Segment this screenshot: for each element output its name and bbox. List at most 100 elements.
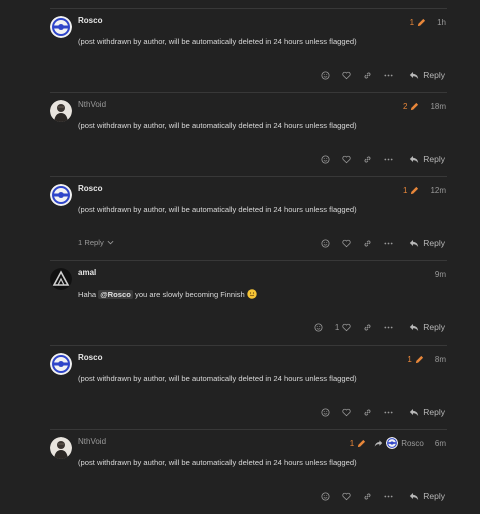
like-button[interactable]: 1 [335,323,351,332]
heart-icon [342,323,351,331]
post: Rosco 1 8m (post withdrawn by author, wi… [50,345,447,430]
post-time[interactable]: 9m [435,270,446,279]
reply-to-username: Rosco [401,438,424,448]
post-time[interactable]: 1h [437,18,446,27]
username[interactable]: Rosco [78,353,102,362]
body-text-end: you are slowly becoming Finnish [135,290,245,299]
emoji-reaction-button[interactable] [321,407,330,417]
emoji-reaction-button[interactable] [314,322,323,332]
more-icon [384,158,393,160]
reply-button[interactable]: Reply [409,70,445,80]
more-button[interactable] [384,408,393,417]
heart-icon [342,71,351,79]
avatar[interactable] [50,16,72,38]
emoji-reaction-button[interactable] [321,154,330,164]
avatar[interactable] [50,353,72,375]
avatar[interactable] [50,437,72,459]
post-meta: 2 18m [403,100,446,112]
edit-count[interactable]: 1 [407,355,411,364]
reply-label: Reply [423,407,445,417]
pencil-icon[interactable] [410,186,419,195]
avatar[interactable] [50,268,72,290]
avatar[interactable] [50,100,72,122]
post: NthVoid 2 18m (post withdrawn by author,… [50,92,447,177]
reply-icon [410,239,419,247]
post-body: (post withdrawn by author, will be autom… [78,37,357,46]
pencil-icon[interactable] [357,439,366,448]
post: Rosco 1 1h (post withdrawn by author, wi… [50,8,447,93]
copy-link-button[interactable] [363,408,372,417]
copy-link-button[interactable] [363,323,372,332]
copy-link-button[interactable] [363,492,372,501]
reply-icon [410,155,419,163]
reply-button[interactable]: Reply [409,238,445,248]
slightly-smiling-face-emoji [247,289,257,299]
pencil-icon[interactable] [417,18,426,27]
like-count[interactable]: 1 [335,323,339,332]
emoji-reaction-button[interactable] [321,491,330,501]
heart-icon [342,239,351,247]
copy-link-button[interactable] [363,239,372,248]
username[interactable]: Rosco [78,16,102,25]
reply-button[interactable]: Reply [409,154,445,164]
like-button[interactable] [342,239,351,248]
edit-count[interactable]: 1 [410,18,414,27]
post-actions: Reply [321,68,445,82]
heart-icon [342,408,351,416]
reply-button[interactable]: Reply [409,322,445,332]
link-icon [364,72,371,78]
more-icon [384,74,393,76]
post-time[interactable]: 12m [430,186,446,195]
avatar[interactable] [50,184,72,206]
emoji-reaction-icon [321,70,330,80]
reply-button[interactable]: Reply [409,407,445,417]
post-time[interactable]: 8m [435,355,446,364]
more-button[interactable] [384,155,393,164]
reply-label: Reply [423,70,445,80]
user-mention[interactable]: @Rosco [98,290,133,299]
link-icon [364,493,371,499]
post-body: Haha @Rosco you are slowly becoming Finn… [78,289,257,299]
more-button[interactable] [384,71,393,80]
emoji-reaction-icon [321,154,330,164]
chevron-down-icon [107,240,114,245]
like-button[interactable] [342,408,351,417]
username[interactable]: NthVoid [78,437,106,446]
edit-count[interactable]: 2 [403,102,407,111]
replies-toggle[interactable]: 1 Reply [78,238,114,247]
reply-label: Reply [423,154,445,164]
copy-link-button[interactable] [363,71,372,80]
username[interactable]: NthVoid [78,100,106,109]
edit-count[interactable]: 1 [403,186,407,195]
post-meta: 1 1h [410,16,446,28]
post-time[interactable]: 18m [430,102,446,111]
username[interactable]: Rosco [78,184,102,193]
link-icon [364,240,371,246]
emoji-reaction-button[interactable] [321,238,330,248]
post-time[interactable]: 6m [435,439,446,448]
emoji-reaction-icon [321,491,330,501]
more-button[interactable] [384,239,393,248]
more-button[interactable] [384,492,393,501]
reply-icon [410,323,419,331]
post-stream: Rosco 1 1h (post withdrawn by author, wi… [0,0,480,501]
replies-count: 1 Reply [78,238,104,247]
like-button[interactable] [342,71,351,80]
reply-icon [410,408,419,416]
more-button[interactable] [384,323,393,332]
copy-link-button[interactable] [363,155,372,164]
pencil-icon[interactable] [410,102,419,111]
reply-arrow-icon [374,439,383,447]
emoji-reaction-icon [321,407,330,417]
post: NthVoid 1 Rosco 6m (post withdrawn by au… [50,429,447,514]
pencil-icon[interactable] [415,355,424,364]
like-button[interactable] [342,155,351,164]
edit-count[interactable]: 1 [350,439,354,448]
heart-icon [342,492,351,500]
reply-label: Reply [423,238,445,248]
reply-icon [410,71,419,79]
reply-to-indicator[interactable]: Rosco [374,437,424,449]
username[interactable]: amal [78,268,96,277]
emoji-reaction-button[interactable] [321,70,330,80]
like-button[interactable] [342,492,351,501]
